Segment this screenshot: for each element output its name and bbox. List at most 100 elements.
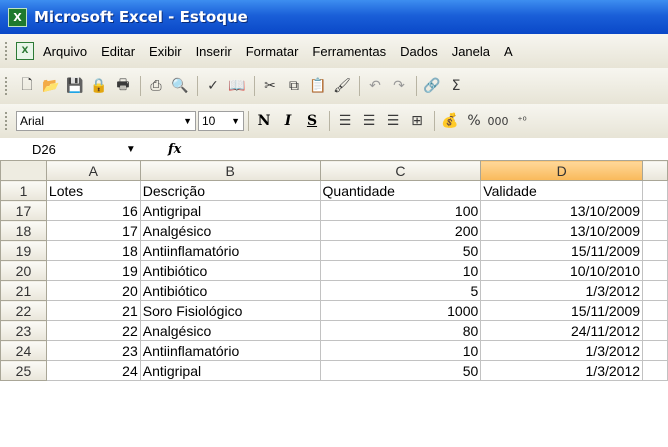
cell[interactable]: 17 (45, 220, 141, 241)
menu-inserir[interactable]: Inserir (196, 44, 232, 59)
save-icon[interactable]: 💾 (64, 75, 86, 97)
cell[interactable]: Antibiótico (139, 260, 321, 281)
menu-exibir[interactable]: Exibir (149, 44, 182, 59)
italic-button[interactable]: I (277, 110, 299, 132)
menu-ferramentas[interactable]: Ferramentas (312, 44, 386, 59)
cell[interactable]: 20 (45, 280, 141, 301)
cell[interactable]: 80 (319, 320, 482, 341)
bold-button[interactable]: N (253, 110, 275, 132)
menu-formatar[interactable]: Formatar (246, 44, 299, 59)
cell[interactable]: 50 (319, 360, 482, 381)
row-header[interactable]: 24 (0, 340, 47, 361)
cell[interactable]: Antiinflamatório (139, 240, 321, 261)
cell[interactable]: Antiinflamatório (139, 340, 321, 361)
row-header[interactable]: 1 (0, 180, 47, 201)
cell[interactable]: 10 (319, 340, 482, 361)
cell[interactable]: 200 (319, 220, 482, 241)
hyperlink-icon[interactable]: 🔗 (421, 75, 443, 97)
align-right-icon[interactable]: ☰ (382, 110, 404, 132)
research-icon[interactable]: 📖 (226, 75, 248, 97)
cell[interactable] (642, 200, 668, 221)
cell[interactable]: 23 (45, 340, 141, 361)
cut-icon[interactable]: ✂ (259, 75, 281, 97)
undo-icon[interactable]: ↶ (364, 75, 386, 97)
cell[interactable] (642, 280, 668, 301)
paste-icon[interactable]: 📋 (307, 75, 329, 97)
font-name-select[interactable]: Arial ▼ (16, 111, 196, 131)
grip-handle[interactable] (5, 112, 10, 130)
cell[interactable]: Antibiótico (139, 280, 321, 301)
print-preview-icon[interactable]: 🖶 (112, 75, 134, 97)
align-center-icon[interactable]: ☰ (358, 110, 380, 132)
cell[interactable]: 22 (45, 320, 141, 341)
align-left-icon[interactable]: ☰ (334, 110, 356, 132)
cell[interactable]: Validade (480, 180, 644, 201)
select-all-corner[interactable] (0, 160, 47, 181)
cell[interactable]: 13/10/2009 (480, 220, 644, 241)
currency-icon[interactable]: 💰 (439, 110, 461, 132)
cell[interactable]: 50 (319, 240, 482, 261)
cell[interactable]: Analgésico (139, 220, 321, 241)
cell[interactable]: 5 (319, 280, 482, 301)
cell[interactable]: Antigripal (139, 360, 321, 381)
copy-icon[interactable]: ⧉ (283, 75, 305, 97)
row-header[interactable]: 17 (0, 200, 47, 221)
permission-icon[interactable]: 🔒 (88, 75, 110, 97)
percent-button[interactable]: % (463, 110, 485, 132)
cell[interactable]: 21 (45, 300, 141, 321)
cell[interactable]: Descrição (139, 180, 321, 201)
cell[interactable]: 13/10/2009 (480, 200, 644, 221)
autosum-icon[interactable]: Σ (445, 75, 467, 97)
cell[interactable] (642, 180, 668, 201)
preview-icon[interactable]: 🔍 (169, 75, 191, 97)
cell[interactable] (642, 300, 668, 321)
grip-handle[interactable] (5, 77, 10, 95)
thousands-button[interactable]: 000 (487, 110, 509, 132)
cell[interactable]: Quantidade (319, 180, 482, 201)
menu-dados[interactable]: Dados (400, 44, 438, 59)
column-header-d[interactable]: D (480, 160, 644, 181)
menu-ajuda[interactable]: A (504, 44, 513, 59)
grip-handle[interactable] (5, 42, 10, 60)
name-box[interactable]: D26 ▼ (0, 139, 136, 159)
insert-function-icon[interactable]: fx (168, 142, 181, 157)
print-icon[interactable]: ⎙ (145, 75, 167, 97)
column-header-b[interactable]: B (139, 160, 321, 181)
row-header[interactable]: 23 (0, 320, 47, 341)
row-header[interactable]: 19 (0, 240, 47, 261)
cell[interactable]: 24 (45, 360, 141, 381)
cell[interactable]: 15/11/2009 (480, 240, 644, 261)
cell[interactable]: 100 (319, 200, 482, 221)
cell[interactable] (642, 240, 668, 261)
row-header[interactable]: 25 (0, 360, 47, 381)
cell[interactable]: 24/11/2012 (480, 320, 644, 341)
column-header-a[interactable]: A (45, 160, 141, 181)
menu-janela[interactable]: Janela (452, 44, 490, 59)
row-header[interactable]: 22 (0, 300, 47, 321)
chevron-down-icon[interactable]: ▼ (126, 144, 136, 155)
merge-center-icon[interactable]: ⊞ (406, 110, 428, 132)
cell[interactable]: 1/3/2012 (480, 360, 644, 381)
cell[interactable]: 1/3/2012 (480, 340, 644, 361)
redo-icon[interactable]: ↷ (388, 75, 410, 97)
cell[interactable]: 1000 (319, 300, 482, 321)
cell[interactable]: Antigripal (139, 200, 321, 221)
cell[interactable]: 19 (45, 260, 141, 281)
cell[interactable]: Soro Fisiológico (139, 300, 321, 321)
cell[interactable]: Lotes (45, 180, 141, 201)
column-header-e[interactable] (642, 160, 668, 181)
workbook-icon[interactable]: X (16, 42, 34, 60)
cell[interactable]: Analgésico (139, 320, 321, 341)
excel-icon[interactable]: X (8, 7, 27, 27)
format-painter-icon[interactable]: 🖌 (331, 75, 353, 97)
cell[interactable]: 1/3/2012 (480, 280, 644, 301)
menu-arquivo[interactable]: Arquivo (43, 44, 87, 59)
increase-decimal-icon[interactable]: ⁺⁰ (511, 110, 533, 132)
menu-editar[interactable]: Editar (101, 44, 135, 59)
cell[interactable] (642, 360, 668, 381)
row-header[interactable]: 20 (0, 260, 47, 281)
row-header[interactable]: 21 (0, 280, 47, 301)
font-size-select[interactable]: 10 ▼ (198, 111, 244, 131)
cell[interactable] (642, 220, 668, 241)
cell[interactable]: 18 (45, 240, 141, 261)
